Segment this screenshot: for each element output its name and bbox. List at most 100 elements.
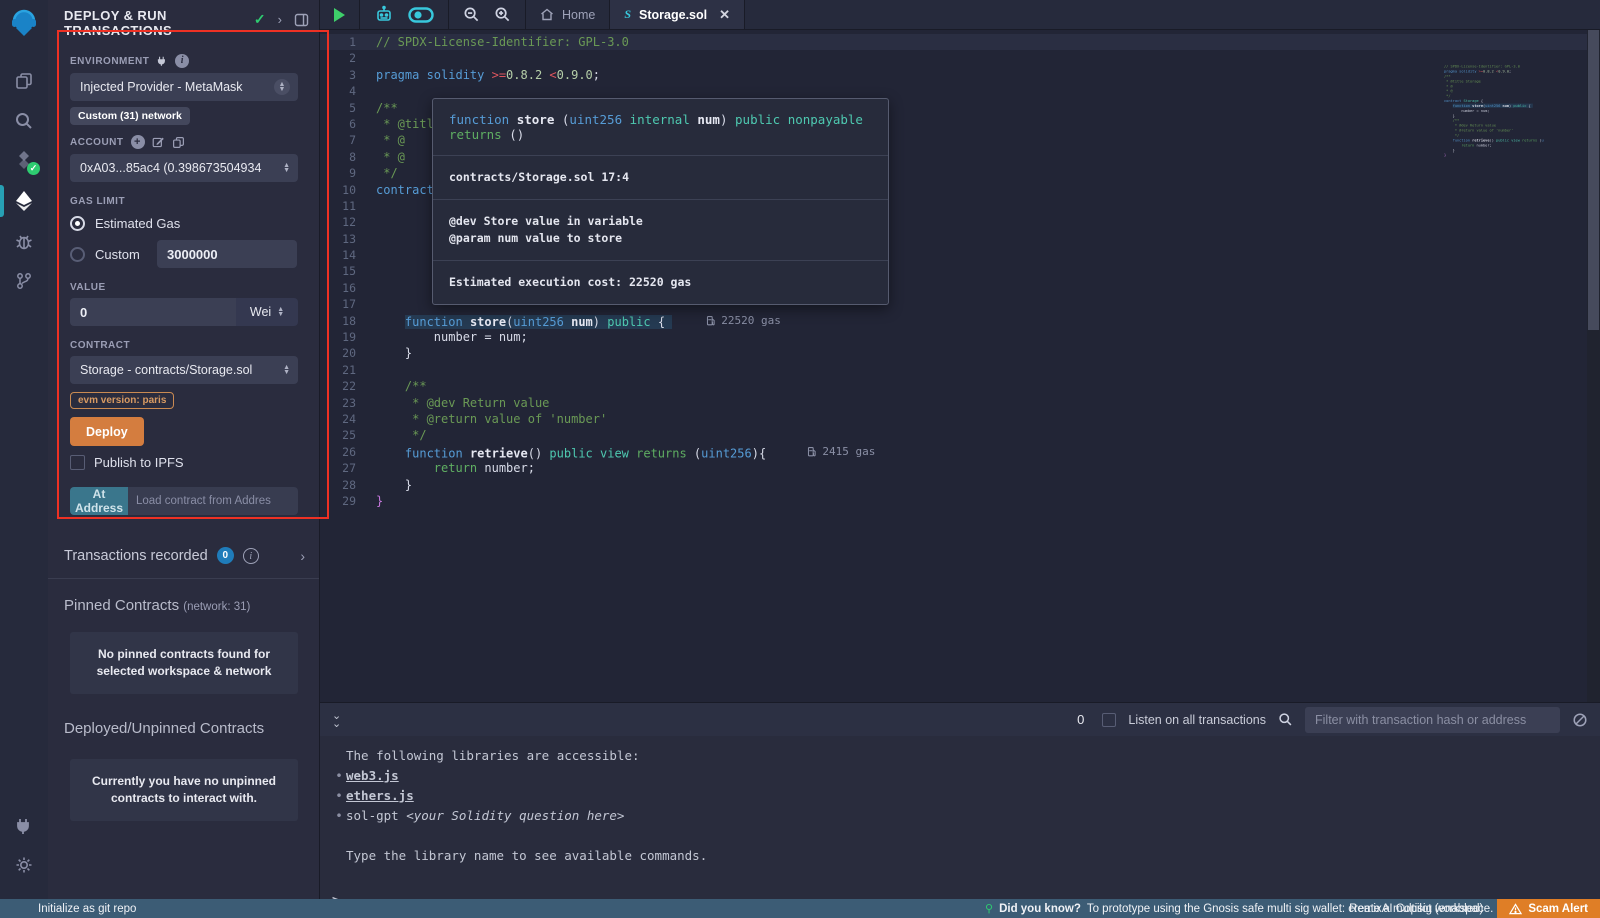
settings-icon[interactable] (0, 845, 48, 885)
custom-gas-radio[interactable] (70, 247, 85, 262)
sign-message-icon[interactable] (152, 136, 165, 149)
line-number: 26 (320, 444, 376, 460)
at-address-input[interactable] (128, 487, 298, 515)
git-icon[interactable] (0, 261, 48, 301)
publish-ipfs-checkbox[interactable] (70, 455, 85, 470)
code-line[interactable]: 18 function store(uint256 num) public { … (320, 313, 1600, 329)
zoom-in-icon[interactable] (494, 6, 511, 23)
estimated-gas-option[interactable]: Estimated Gas (70, 216, 298, 231)
editor-tabbar: Home S Storage.sol ✕ (320, 0, 1600, 30)
contract-label: CONTRACT (70, 340, 298, 351)
code-line[interactable]: 1// SPDX-License-Identifier: GPL-3.0 (320, 34, 1600, 50)
code-line[interactable]: 19 number = num; (320, 329, 1600, 345)
scam-alert-button[interactable]: Scam Alert (1497, 899, 1600, 918)
at-address-button[interactable]: At Address (70, 487, 128, 515)
copy-address-icon[interactable] (172, 136, 185, 149)
code-line[interactable]: 3pragma solidity >=0.8.2 <0.9.0; (320, 67, 1600, 83)
transactions-count-badge: 0 (217, 547, 234, 564)
account-select[interactable]: 0xA03...85ac4 (0.398673504934 ▲▼ (70, 154, 298, 182)
contract-select[interactable]: Storage - contracts/Storage.sol ▲▼ (70, 356, 298, 384)
line-number: 10 (320, 182, 376, 198)
code-line[interactable]: 21 (320, 362, 1600, 378)
collapse-terminal-icon[interactable]: ⌄⌄ (332, 712, 340, 728)
terminal-lines: The following libraries are accessible:•… (332, 746, 1600, 866)
remix-logo[interactable] (9, 8, 39, 43)
ai-copilot-icon[interactable] (374, 5, 394, 25)
terminal-link[interactable]: ethers.js (346, 788, 414, 803)
plug-icon[interactable] (156, 55, 168, 67)
solidity-compiler-icon[interactable]: ✓ (0, 141, 48, 181)
git-init-status[interactable]: Initialize as git repo (0, 903, 136, 915)
transactions-recorded-label: Transactions recorded (64, 548, 208, 564)
code-line[interactable]: 24 * @return value of 'number' (320, 411, 1600, 427)
code-line[interactable]: 29} (320, 493, 1600, 509)
did-you-know-tip: ⚲ Did you know? To prototype using the G… (985, 902, 1493, 915)
deploy-run-icon[interactable] (0, 181, 48, 221)
line-number: 15 (320, 263, 376, 279)
terminal-link[interactable]: web3.js (346, 768, 399, 783)
compiled-check-badge: ✓ (27, 162, 40, 175)
run-script-icon[interactable] (334, 8, 345, 22)
code-line[interactable]: 25 */ (320, 427, 1600, 443)
line-number: 29 (320, 493, 376, 509)
create-account-icon[interactable]: + (131, 135, 145, 149)
code-line[interactable]: 23 * @dev Return value (320, 395, 1600, 411)
custom-gas-option[interactable]: Custom (70, 240, 298, 268)
estimated-gas-radio[interactable] (70, 216, 85, 231)
line-number: 6 (320, 116, 376, 132)
publish-ipfs-option[interactable]: Publish to IPFS (70, 455, 298, 470)
chevron-updown-icon: ▲▼ (274, 79, 290, 95)
copilot-toggle-icon[interactable] (408, 7, 434, 23)
terminal-output[interactable]: The following libraries are accessible:•… (320, 736, 1600, 899)
chevron-updown-icon: ▲▼ (283, 365, 290, 375)
tab-home[interactable]: Home (526, 0, 610, 29)
panel-check-icon: ✓ (254, 11, 266, 28)
gas-estimate-widget: 2415 gas (807, 444, 875, 460)
line-number: 23 (320, 395, 376, 411)
line-number: 5 (320, 100, 376, 116)
code-line[interactable]: 28 } (320, 477, 1600, 493)
search-icon[interactable] (0, 101, 48, 141)
listen-transactions-label: Listen on all transactions (1128, 713, 1266, 727)
terminal-filter-input[interactable] (1305, 707, 1560, 733)
value-unit-select[interactable]: Wei ▲▼ (236, 298, 298, 326)
code-line[interactable]: 26 function retrieve() public view retur… (320, 444, 1600, 460)
line-number: 25 (320, 427, 376, 443)
value-input[interactable] (70, 298, 236, 326)
debugger-icon[interactable] (0, 221, 48, 261)
custom-gas-input[interactable] (157, 240, 297, 268)
line-number: 11 (320, 198, 376, 214)
network-badge: Custom (31) network (70, 107, 190, 125)
code-line[interactable]: 27 return number; (320, 460, 1600, 476)
listen-transactions-checkbox[interactable] (1102, 713, 1116, 727)
zoom-out-icon[interactable] (463, 6, 480, 23)
transactions-info-icon[interactable]: i (243, 548, 259, 564)
warning-icon (1509, 903, 1522, 915)
editor-scrollbar-thumb[interactable] (1588, 30, 1599, 330)
code-line[interactable]: 2 (320, 50, 1600, 66)
tab-storage-sol[interactable]: S Storage.sol ✕ (610, 0, 745, 29)
plugin-manager-icon[interactable] (0, 805, 48, 845)
line-number: 1 (320, 34, 376, 50)
line-number: 12 (320, 214, 376, 230)
line-number: 18 (320, 313, 376, 329)
tooltip-doc: @dev Store value in variable @param num … (433, 200, 888, 261)
editor-scrollbar[interactable] (1587, 30, 1600, 702)
tooltip-path: contracts/Storage.sol 17:4 (433, 156, 888, 200)
close-tab-icon[interactable]: ✕ (719, 7, 730, 23)
transactions-expand-icon[interactable]: › (300, 548, 305, 564)
pin-panel-icon[interactable] (294, 13, 309, 27)
deploy-button[interactable]: Deploy (70, 417, 144, 446)
panel-expand-icon[interactable]: › (278, 12, 282, 27)
code-line[interactable]: 22 /** (320, 378, 1600, 394)
environment-select[interactable]: Injected Provider - MetaMask ▲▼ (70, 73, 298, 101)
code-line[interactable]: 20 } (320, 345, 1600, 361)
environment-info-icon[interactable]: i (175, 54, 189, 68)
activity-bar: ✓ (0, 0, 48, 899)
terminal-line: The following libraries are accessible: (332, 746, 1600, 766)
file-explorer-icon[interactable] (0, 61, 48, 101)
editor-minimap[interactable]: // SPDX-License-Identifier: GPL-3.0pragm… (1444, 64, 1544, 216)
line-number: 16 (320, 280, 376, 296)
tooltip-cost: Estimated execution cost: 22520 gas (433, 261, 888, 304)
clear-console-icon[interactable] (1572, 712, 1588, 728)
